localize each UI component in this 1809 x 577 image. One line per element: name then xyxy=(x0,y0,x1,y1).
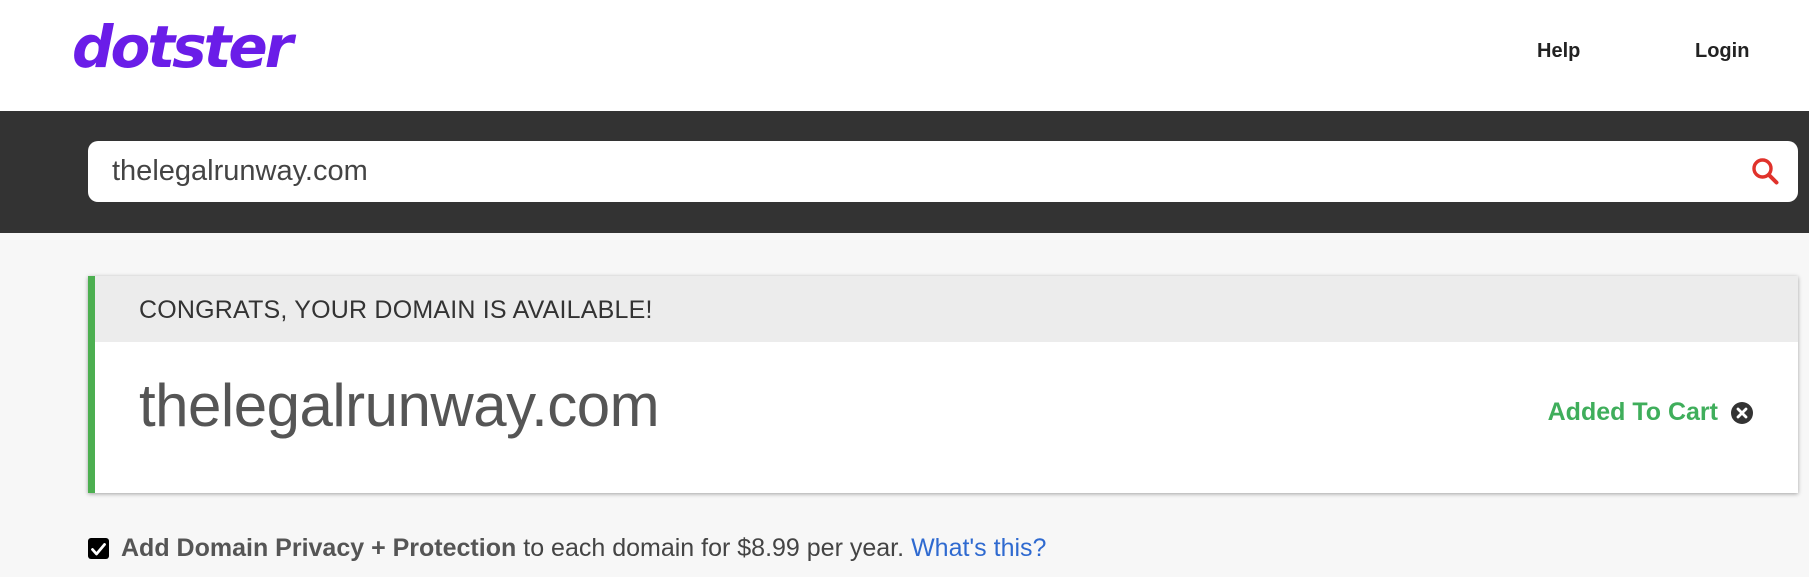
added-to-cart-status: Added To Cart xyxy=(1548,398,1754,427)
dotster-logo-mark: dotster xyxy=(72,14,300,80)
logo-wordmark: dotster xyxy=(72,14,297,80)
domain-result-card: CONGRATS, YOUR DOMAIN IS AVAILABLE! thel… xyxy=(88,276,1798,493)
privacy-checkbox[interactable] xyxy=(88,537,109,559)
search-icon[interactable] xyxy=(1750,156,1780,186)
availability-message: CONGRATS, YOUR DOMAIN IS AVAILABLE! xyxy=(139,296,653,324)
close-circle-icon[interactable] xyxy=(1730,401,1754,425)
privacy-title: Add Domain Privacy + Protection xyxy=(121,533,517,562)
privacy-price-text: to each domain for $8.99 per year. xyxy=(523,533,905,562)
site-header: dotster Help Login xyxy=(0,0,1809,111)
availability-banner: CONGRATS, YOUR DOMAIN IS AVAILABLE! xyxy=(95,276,1798,342)
search-box xyxy=(88,141,1798,202)
domain-search-input[interactable] xyxy=(112,141,1712,202)
privacy-option: Add Domain Privacy + Protection to each … xyxy=(88,530,1046,566)
dotster-logo[interactable]: dotster xyxy=(72,14,312,80)
help-link[interactable]: Help xyxy=(1537,40,1580,63)
checkmark-icon xyxy=(91,542,106,555)
whats-this-link[interactable]: What's this? xyxy=(911,534,1046,563)
search-bar xyxy=(0,111,1809,233)
result-domain-name: thelegalrunway.com xyxy=(139,372,660,439)
login-link[interactable]: Login xyxy=(1695,40,1749,63)
added-to-cart-label: Added To Cart xyxy=(1547,398,1718,426)
